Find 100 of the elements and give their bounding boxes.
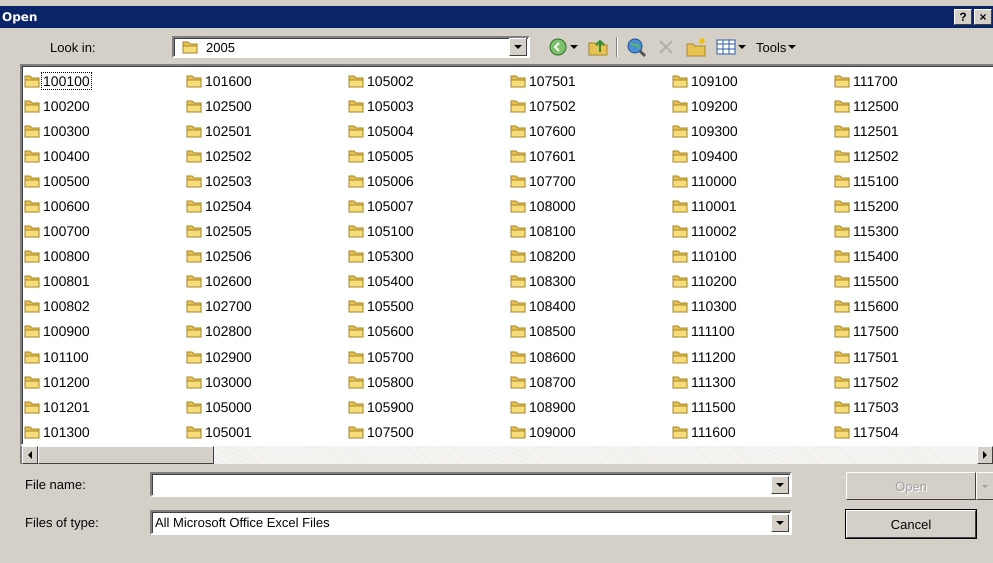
folder-item[interactable]: 107600 xyxy=(510,118,672,144)
folder-item[interactable]: 102501 xyxy=(186,118,348,144)
folder-item[interactable]: 102800 xyxy=(186,318,348,344)
folder-item[interactable]: 111200 xyxy=(672,344,834,370)
folder-item[interactable]: 115100 xyxy=(834,168,993,194)
folder-item[interactable]: 107601 xyxy=(510,143,672,168)
folder-item[interactable]: 110000 xyxy=(672,168,834,194)
folder-item[interactable]: 107500 xyxy=(348,419,510,444)
folder-item[interactable]: 110200 xyxy=(672,268,834,294)
folder-item[interactable]: 110001 xyxy=(672,193,834,219)
folder-item[interactable]: 105001 xyxy=(186,419,348,444)
folder-item[interactable]: 115200 xyxy=(834,193,993,219)
folder-item[interactable]: 108100 xyxy=(510,218,672,244)
folder-item[interactable]: 100300 xyxy=(24,118,186,144)
close-button[interactable]: × xyxy=(974,9,992,25)
folder-item[interactable]: 100700 xyxy=(24,218,186,244)
folder-item[interactable]: 105400 xyxy=(348,268,510,294)
folder-item[interactable]: 100802 xyxy=(24,294,186,319)
folder-item[interactable]: 115500 xyxy=(834,268,993,294)
folder-item[interactable]: 100500 xyxy=(24,168,186,194)
folder-item[interactable]: 105100 xyxy=(348,218,510,244)
folder-item[interactable]: 100100 xyxy=(24,68,186,94)
folder-item[interactable]: 117500 xyxy=(834,318,993,344)
folder-item[interactable]: 102506 xyxy=(186,244,348,269)
folder-item[interactable]: 100400 xyxy=(24,143,186,168)
folder-item[interactable]: 102502 xyxy=(186,143,348,168)
tools-menu-button[interactable]: Tools xyxy=(754,38,798,56)
folder-item[interactable]: 107700 xyxy=(510,168,672,194)
folder-item[interactable]: 102600 xyxy=(186,268,348,294)
folder-item[interactable]: 103000 xyxy=(186,369,348,394)
folder-item[interactable]: 111600 xyxy=(672,419,834,444)
folder-item[interactable]: 105800 xyxy=(348,369,510,394)
folder-item[interactable]: 107502 xyxy=(510,93,672,118)
folder-item[interactable]: 108400 xyxy=(510,294,672,319)
folder-item[interactable]: 105500 xyxy=(348,294,510,319)
folder-item[interactable]: 108900 xyxy=(510,394,672,420)
look-in-dropdown[interactable]: 2005 xyxy=(172,36,530,58)
folder-item[interactable]: 111700 xyxy=(834,68,993,94)
folder-item[interactable]: 108200 xyxy=(510,244,672,269)
cancel-button[interactable]: Cancel xyxy=(846,510,976,538)
folder-item[interactable]: 100800 xyxy=(24,244,186,269)
folder-item[interactable]: 117504 xyxy=(834,419,993,444)
folder-item[interactable]: 109300 xyxy=(672,118,834,144)
folder-item[interactable]: 115400 xyxy=(834,244,993,269)
folder-item[interactable]: 117502 xyxy=(834,369,993,394)
folder-item[interactable]: 105000 xyxy=(186,394,348,420)
folder-item[interactable]: 111100 xyxy=(672,318,834,344)
folder-item[interactable]: 102900 xyxy=(186,344,348,370)
folder-item[interactable]: 108500 xyxy=(510,318,672,344)
help-button[interactable]: ? xyxy=(954,9,972,25)
folder-item[interactable]: 117503 xyxy=(834,394,993,420)
folder-item[interactable]: 108700 xyxy=(510,369,672,394)
folder-item[interactable]: 109100 xyxy=(672,68,834,94)
folder-item[interactable]: 102700 xyxy=(186,294,348,319)
folder-item[interactable]: 115600 xyxy=(834,294,993,319)
folder-item[interactable]: 108300 xyxy=(510,268,672,294)
folder-item[interactable]: 101300 xyxy=(24,419,186,444)
folder-item[interactable]: 107501 xyxy=(510,68,672,94)
split-arrow-button[interactable] xyxy=(976,472,993,500)
file-type-field[interactable]: All Microsoft Office Excel Files xyxy=(150,510,792,535)
folder-item[interactable]: 117501 xyxy=(834,344,993,370)
folder-item[interactable]: 109400 xyxy=(672,143,834,168)
folder-item[interactable]: 105003 xyxy=(348,93,510,118)
folder-item[interactable]: 105700 xyxy=(348,344,510,370)
folder-item[interactable]: 111300 xyxy=(672,369,834,394)
folder-item[interactable]: 108000 xyxy=(510,193,672,219)
folder-item[interactable]: 109000 xyxy=(510,419,672,444)
file-name-field[interactable] xyxy=(150,472,792,497)
folder-item[interactable]: 101600 xyxy=(186,68,348,94)
scroll-thumb[interactable] xyxy=(38,446,214,464)
folder-item[interactable]: 102500 xyxy=(186,93,348,118)
folder-item[interactable]: 105300 xyxy=(348,244,510,269)
folder-item[interactable]: 112501 xyxy=(834,118,993,144)
folder-item[interactable]: 115300 xyxy=(834,218,993,244)
horizontal-scrollbar[interactable] xyxy=(20,446,993,464)
folder-item[interactable]: 100600 xyxy=(24,193,186,219)
folder-item[interactable]: 100801 xyxy=(24,268,186,294)
folder-item[interactable]: 100200 xyxy=(24,93,186,118)
folder-item[interactable]: 105007 xyxy=(348,193,510,219)
folder-item[interactable]: 110300 xyxy=(672,294,834,319)
folder-item[interactable]: 110100 xyxy=(672,244,834,269)
folder-item[interactable]: 105004 xyxy=(348,118,510,144)
folder-item[interactable]: 105006 xyxy=(348,168,510,194)
folder-item[interactable]: 105600 xyxy=(348,318,510,344)
folder-item[interactable]: 112502 xyxy=(834,143,993,168)
folder-item[interactable]: 112500 xyxy=(834,93,993,118)
folder-item[interactable]: 105002 xyxy=(348,68,510,94)
folder-item[interactable]: 105005 xyxy=(348,143,510,168)
folder-item[interactable]: 109200 xyxy=(672,93,834,118)
folder-item[interactable]: 111500 xyxy=(672,394,834,420)
folder-item[interactable]: 110002 xyxy=(672,218,834,244)
folder-item[interactable]: 102505 xyxy=(186,218,348,244)
folder-item[interactable]: 101100 xyxy=(24,344,186,370)
folder-item[interactable]: 102504 xyxy=(186,193,348,219)
folder-item[interactable]: 101200 xyxy=(24,369,186,394)
folder-item[interactable]: 108600 xyxy=(510,344,672,370)
folder-item[interactable]: 100900 xyxy=(24,318,186,344)
folder-item[interactable]: 102503 xyxy=(186,168,348,194)
folder-item[interactable]: 101201 xyxy=(24,394,186,420)
folder-item[interactable]: 105900 xyxy=(348,394,510,420)
